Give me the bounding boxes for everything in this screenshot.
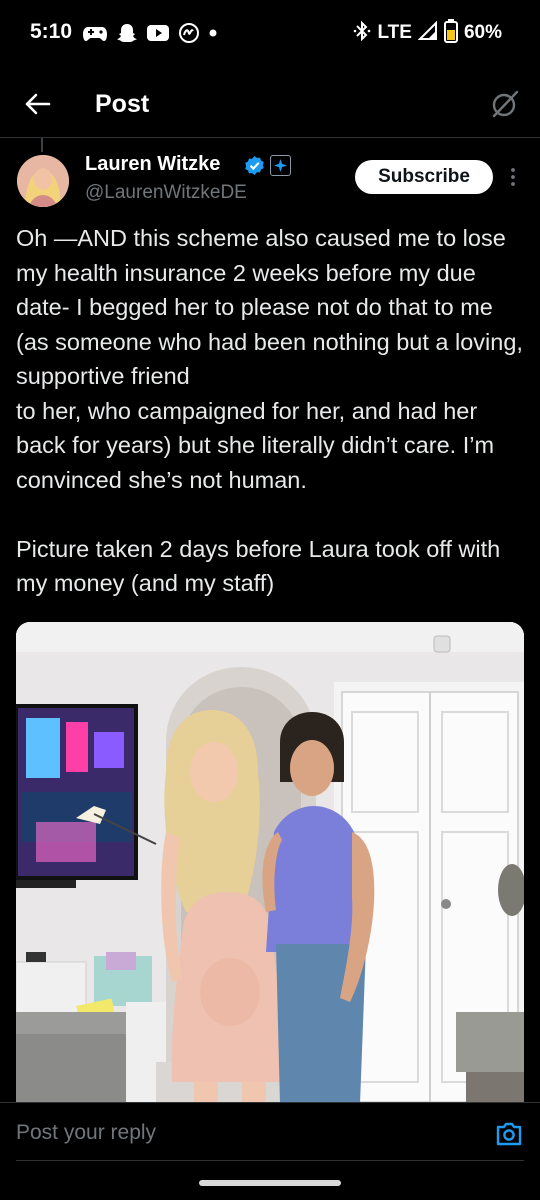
bluetooth-icon bbox=[353, 20, 371, 47]
notification-icons bbox=[82, 20, 218, 46]
author-handle[interactable]: @LaurenWitzkeDE bbox=[85, 182, 247, 204]
dot-icon bbox=[208, 28, 218, 38]
threads-icon bbox=[178, 22, 200, 44]
camera-button[interactable] bbox=[495, 1121, 523, 1147]
author-name[interactable]: Lauren Witzke bbox=[85, 153, 220, 176]
page-title: Post bbox=[95, 90, 150, 118]
more-vertical-icon bbox=[511, 168, 515, 186]
nav-bar: Post bbox=[0, 72, 540, 138]
status-time: 5:10 bbox=[30, 20, 73, 43]
reply-divider bbox=[16, 1160, 524, 1161]
status-indicators: LTE 60% bbox=[353, 18, 502, 48]
tweet-text: Oh —AND this scheme also caused me to lo… bbox=[16, 225, 523, 596]
tweet-photo[interactable] bbox=[16, 622, 524, 1104]
battery-icon bbox=[443, 18, 458, 48]
signal-icon bbox=[417, 20, 438, 46]
reply-bar: Post your reply bbox=[0, 1102, 540, 1162]
thread-line bbox=[41, 138, 43, 152]
gamepad-icon bbox=[82, 23, 108, 43]
back-arrow-icon bbox=[25, 93, 51, 115]
reply-input[interactable]: Post your reply bbox=[16, 1113, 476, 1153]
avatar[interactable] bbox=[17, 155, 69, 207]
grok-button[interactable] bbox=[488, 87, 522, 121]
subscribe-button[interactable]: Subscribe bbox=[355, 160, 493, 194]
affiliate-badge-icon bbox=[270, 155, 291, 176]
snapchat-icon bbox=[116, 22, 138, 44]
more-options-button[interactable] bbox=[506, 164, 520, 190]
status-bar: 5:10 LTE 60% bbox=[0, 0, 540, 64]
grok-icon bbox=[492, 90, 519, 118]
verified-badge-icon bbox=[244, 155, 265, 181]
camera-icon bbox=[496, 1122, 522, 1146]
home-indicator[interactable] bbox=[199, 1180, 341, 1186]
back-button[interactable] bbox=[20, 87, 54, 121]
youtube-icon bbox=[146, 24, 170, 42]
network-type: LTE bbox=[377, 22, 412, 43]
battery-percent: 60% bbox=[463, 22, 502, 43]
